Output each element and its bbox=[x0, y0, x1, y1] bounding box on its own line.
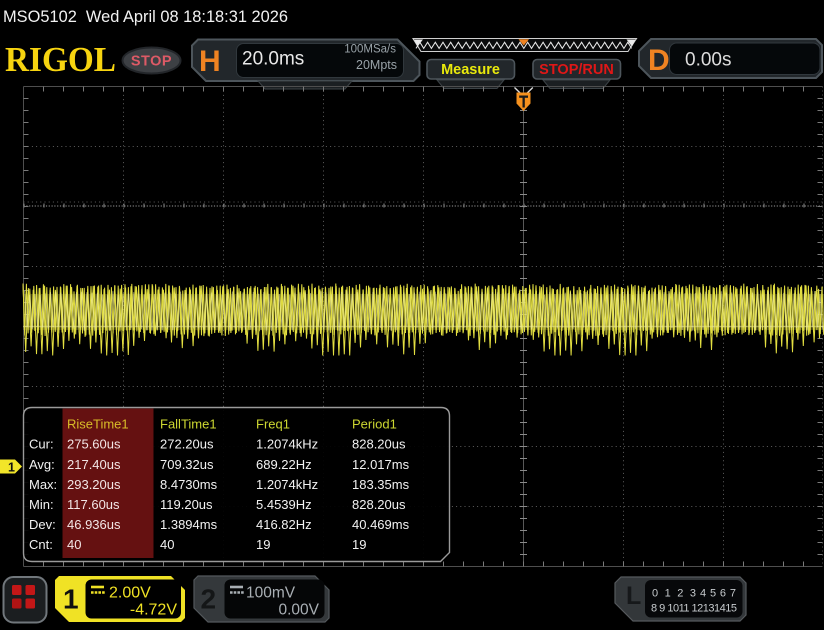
svg-text:293.20us: 293.20us bbox=[67, 477, 121, 492]
svg-text:RIGOL: RIGOL bbox=[5, 41, 116, 79]
svg-text:416.82Hz: 416.82Hz bbox=[256, 517, 312, 532]
svg-text:Period1: Period1 bbox=[352, 416, 397, 431]
svg-text:Avg:: Avg: bbox=[29, 457, 55, 472]
svg-text:2: 2 bbox=[201, 584, 217, 615]
svg-text:L: L bbox=[626, 582, 641, 610]
svg-text:1.2074kHz: 1.2074kHz bbox=[256, 437, 318, 452]
svg-text:1.2074kHz: 1.2074kHz bbox=[256, 477, 318, 492]
svg-text:46.936us: 46.936us bbox=[67, 517, 121, 532]
svg-text:8.4730ms: 8.4730ms bbox=[160, 477, 218, 492]
svg-text:275.60us: 275.60us bbox=[67, 437, 121, 452]
svg-text:19: 19 bbox=[352, 537, 366, 552]
svg-text:828.20us: 828.20us bbox=[352, 437, 406, 452]
svg-text:709.32us: 709.32us bbox=[160, 457, 214, 472]
svg-text:2.00V: 2.00V bbox=[109, 585, 151, 602]
svg-text:0.00s: 0.00s bbox=[685, 50, 731, 71]
svg-text:119.20us: 119.20us bbox=[160, 497, 213, 512]
svg-text:100mV: 100mV bbox=[246, 585, 296, 602]
svg-text:-4.72V: -4.72V bbox=[130, 602, 177, 619]
svg-text:272.20us: 272.20us bbox=[160, 437, 214, 452]
svg-text:8 9 1011 12131415: 8 9 1011 12131415 bbox=[651, 603, 737, 615]
svg-text:183.35ms: 183.35ms bbox=[352, 477, 410, 492]
svg-text:1.3894ms: 1.3894ms bbox=[160, 517, 218, 532]
svg-text:STOP: STOP bbox=[131, 54, 172, 70]
svg-text:12.017ms: 12.017ms bbox=[352, 457, 410, 472]
svg-text:19: 19 bbox=[256, 537, 270, 552]
svg-text:828.20us: 828.20us bbox=[352, 497, 406, 512]
svg-text:4 5 6 7: 4 5 6 7 bbox=[700, 588, 736, 600]
svg-text:217.40us: 217.40us bbox=[67, 457, 121, 472]
svg-text:20.0ms: 20.0ms bbox=[242, 49, 304, 70]
svg-text:RiseTime1: RiseTime1 bbox=[67, 416, 129, 431]
svg-text:STOP/RUN: STOP/RUN bbox=[539, 62, 614, 78]
svg-text:1: 1 bbox=[63, 584, 79, 615]
svg-text:Min:: Min: bbox=[29, 497, 54, 512]
svg-text:100MSa/s: 100MSa/s bbox=[344, 44, 396, 56]
svg-text:40: 40 bbox=[160, 537, 174, 552]
svg-text:Dev:: Dev: bbox=[29, 517, 56, 532]
svg-text:5.4539Hz: 5.4539Hz bbox=[256, 497, 312, 512]
svg-text:Cur:: Cur: bbox=[29, 437, 54, 452]
svg-text:Measure: Measure bbox=[441, 62, 500, 78]
svg-text:0.00V: 0.00V bbox=[278, 602, 319, 619]
svg-text:Max:: Max: bbox=[29, 477, 57, 492]
svg-text:MSO5102 Wed April 08 18:18:31: MSO5102 Wed April 08 18:18:31 2026 bbox=[3, 7, 288, 26]
svg-text:H: H bbox=[199, 45, 221, 78]
svg-text:40: 40 bbox=[67, 537, 81, 552]
svg-text:117.60us: 117.60us bbox=[67, 497, 120, 512]
svg-text:1: 1 bbox=[8, 461, 15, 475]
svg-text:20Mpts: 20Mpts bbox=[356, 58, 397, 72]
svg-text:40.469ms: 40.469ms bbox=[352, 517, 410, 532]
svg-text:Freq1: Freq1 bbox=[256, 416, 290, 431]
svg-text:689.22Hz: 689.22Hz bbox=[256, 457, 312, 472]
svg-text:FallTime1: FallTime1 bbox=[160, 416, 217, 431]
svg-text:D: D bbox=[648, 44, 670, 77]
svg-text:Cnt:: Cnt: bbox=[29, 537, 53, 552]
